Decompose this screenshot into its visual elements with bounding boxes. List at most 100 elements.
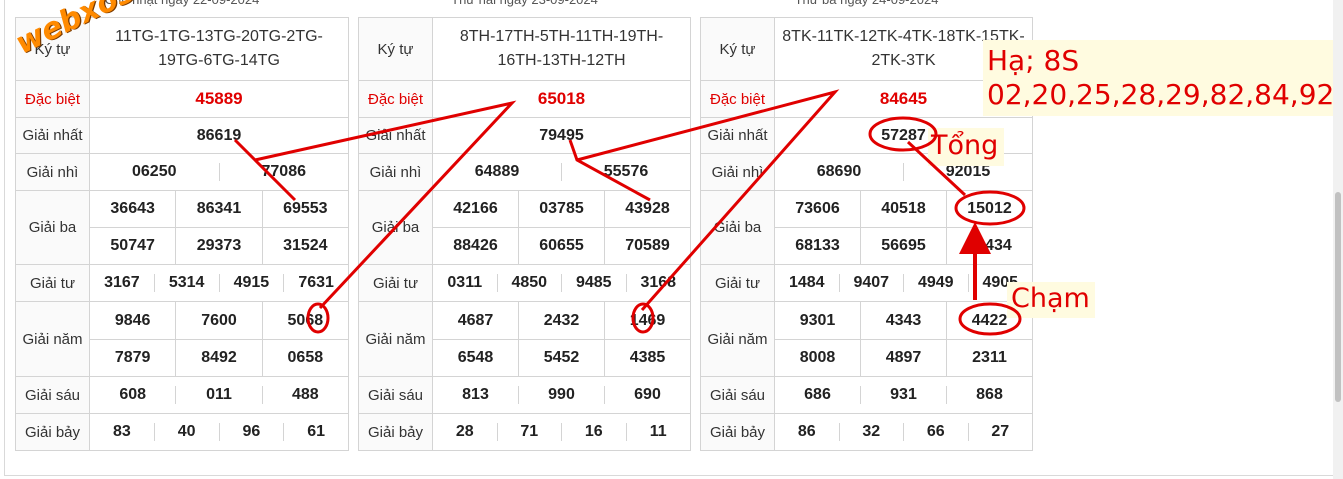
giai-ba-value: 42166 [453,200,498,217]
ky-tu-label: Ký tự [700,17,775,81]
cham-note: Chạm [1007,282,1095,318]
giai-nam-value: 4897 [860,339,946,376]
giai-sau-value: 690 [604,386,690,404]
ky-tu-label: Ký tự [358,17,433,81]
scrollbar-thumb[interactable] [1335,192,1341,402]
giai-nam-value: 5452 [518,339,604,376]
giai-sau-value: 990 [518,386,604,404]
date-header-3: Thứ ba ngày 24-09-2024 [700,0,1033,10]
giai-nhi-label: Giải nhì [358,153,433,191]
giai-bay-value: 96 [218,423,284,441]
giai-tu-label: Giải tư [700,264,775,302]
giai-ba-label: Giải ba [15,190,90,265]
giai-nam-value: 2311 [946,339,1032,376]
giai-tu-value: 0311 [447,274,483,291]
date-header-2: Thứ hai ngày 23-09-2024 [358,0,691,10]
giai-nhat-label: Giải nhất [15,117,90,154]
result-table-2: Ký tự 8TH-17TH-5TH-11TH-19TH-16TH-13TH-1… [358,17,691,451]
dac-biet-label: Đặc biệt [358,80,433,118]
giai-nam-value: 5068 [261,302,348,339]
giai-sau-label: Giải sáu [15,376,90,414]
page-frame: Chủ nhật ngày 22-09-2024 Ký tự 11TG-1TG-… [0,0,1343,479]
dac-biet-value: 65018 [432,80,691,118]
giai-sau-value: 868 [946,386,1032,404]
ha-note-title: Hạ; 8S [987,44,1080,77]
giai-nam-value: 8492 [175,339,262,376]
giai-nhat-value: 86619 [89,117,349,154]
giai-sau-value: 011 [175,386,261,404]
giai-nam-value: 8008 [775,339,860,376]
giai-nam-value: 4343 [860,302,946,339]
giai-tu-value: 3167 [104,274,140,291]
giai-nhi-value: 06250 [132,163,177,180]
giai-tu-label: Giải tư [358,264,433,302]
giai-ba-value: 68133 [775,227,860,264]
giai-ba-label: Giải ba [700,190,775,265]
giai-bay-label: Giải bảy [358,413,433,451]
giai-ba-value: 70589 [604,227,690,264]
giai-nhi-label: Giải nhì [700,153,775,191]
giai-tu-label: Giải tư [15,264,90,302]
giai-nhat-label: Giải nhất [700,117,775,154]
giai-nam-value: 1469 [604,302,690,339]
giai-nhi-value: 55576 [561,163,690,181]
giai-sau-value: 931 [860,386,946,404]
giai-ba-value: 73606 [795,200,840,217]
giai-tu-value: 9407 [838,274,904,292]
giai-nhi-value: 68690 [816,163,862,180]
giai-nam-label: Giải năm [15,301,90,377]
giai-bay-value: 71 [496,423,562,441]
giai-nam-value: 9301 [799,311,836,329]
giai-ba-value: 56695 [860,227,946,264]
giai-tu-value: 7631 [283,274,348,292]
giai-tu-value: 1484 [788,274,825,291]
giai-nam-value: 0658 [261,339,348,376]
giai-bay-value: 28 [455,423,474,440]
giai-ba-value: 36643 [110,200,155,217]
giai-sau-label: Giải sáu [700,376,775,414]
giai-sau-label: Giải sáu [358,376,433,414]
giai-ba-label: Giải ba [358,190,433,265]
giai-tu-value: 4949 [903,274,968,292]
giai-ba-value: 69553 [261,191,348,227]
ky-tu-value: 8TH-17TH-5TH-11TH-19TH-16TH-13TH-12TH [432,17,691,81]
giai-nhi-value: 77086 [218,163,349,181]
dac-biet-label: Đặc biệt [15,80,90,118]
giai-sau-value: 608 [119,386,147,403]
giai-ba-value: 03785 [518,191,604,227]
tong-note: Tổng [928,128,1004,166]
giai-bay-value: 11 [625,423,691,441]
giai-nam-value: 9846 [114,311,151,329]
dac-biet-label: Đặc biệt [700,80,775,118]
giai-nam-value: 7879 [90,339,176,376]
giai-tu-value: 5314 [153,274,219,292]
giai-ba-value: 88426 [433,227,518,264]
giai-bay-value: 27 [967,423,1033,441]
giai-nhat-value: 79495 [432,117,691,154]
giai-ba-value: 86341 [175,191,261,227]
giai-bay-value: 61 [283,423,348,441]
giai-tu-value: 4915 [218,274,284,292]
giai-bay-value: 83 [112,423,131,440]
giai-nhi-value: 64889 [474,163,520,180]
giai-bay-value: 66 [903,423,968,441]
giai-bay-label: Giải bảy [700,413,775,451]
ha-note: Hạ; 8S 02,20,25,28,29,82,84,92 [983,40,1334,116]
giai-bay-value: 40 [153,423,219,441]
giai-sau-value: 488 [261,386,348,404]
giai-ba-value: 40518 [860,191,946,227]
giai-nam-value: 4687 [457,311,494,329]
giai-bay-value: 86 [797,423,816,440]
giai-nam-label: Giải năm [358,301,433,377]
giai-bay-value: 32 [838,423,904,441]
giai-sau-value: 686 [804,386,831,403]
giai-sau-value: 813 [462,386,489,403]
giai-nam-value: 6548 [433,339,518,376]
giai-ba-value: 29373 [175,227,262,264]
giai-nam-value: 7600 [175,302,261,339]
result-table-1: Ký tự 11TG-1TG-13TG-20TG-2TG-19TG-6TG-14… [15,17,349,451]
giai-ba-value: 31524 [261,227,348,264]
giai-tu-value: 3168 [625,274,691,292]
giai-ba-value: 43928 [604,191,690,227]
dac-biet-value: 45889 [89,80,349,118]
